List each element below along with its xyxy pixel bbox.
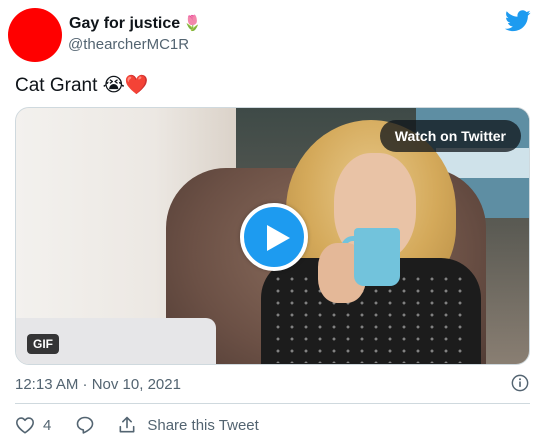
- gif-media[interactable]: Watch on Twitter GIF: [15, 107, 530, 365]
- action-bar: 4 Share this Tweet: [15, 413, 259, 437]
- share-icon: [119, 416, 135, 433]
- tulip-emoji: 🌷: [183, 15, 202, 32]
- tweet-timestamp[interactable]: 12:13 AM · Nov 10, 2021: [15, 376, 181, 393]
- play-button[interactable]: [240, 203, 308, 271]
- tweet-emojis: 😭❤️: [102, 75, 149, 96]
- like-button[interactable]: 4: [15, 416, 51, 434]
- heart-icon: [16, 417, 34, 434]
- divider: [15, 403, 530, 404]
- reply-button[interactable]: [75, 415, 95, 435]
- twitter-bird-icon[interactable]: [505, 10, 531, 32]
- gif-badge: GIF: [27, 334, 59, 354]
- avatar[interactable]: [8, 8, 62, 62]
- author-handle[interactable]: @thearcherMC1R: [68, 36, 189, 53]
- like-count: 4: [43, 416, 52, 434]
- tweet-text: Cat Grant 😭❤️: [15, 73, 149, 97]
- author-display-name: Gay for justice: [69, 15, 181, 32]
- share-button[interactable]: Share this Tweet: [117, 415, 259, 435]
- tweet-embed-card: Gay for justice 🌷 @thearcherMC1R Cat Gran…: [0, 0, 543, 445]
- watch-on-twitter-button[interactable]: Watch on Twitter: [379, 120, 521, 152]
- info-icon[interactable]: [511, 374, 529, 392]
- share-label: Share this Tweet: [147, 416, 259, 434]
- play-icon: [267, 225, 290, 251]
- reply-icon: [77, 416, 94, 434]
- author-name[interactable]: Gay for justice 🌷: [69, 14, 202, 33]
- tweet-body: Cat Grant: [15, 75, 98, 96]
